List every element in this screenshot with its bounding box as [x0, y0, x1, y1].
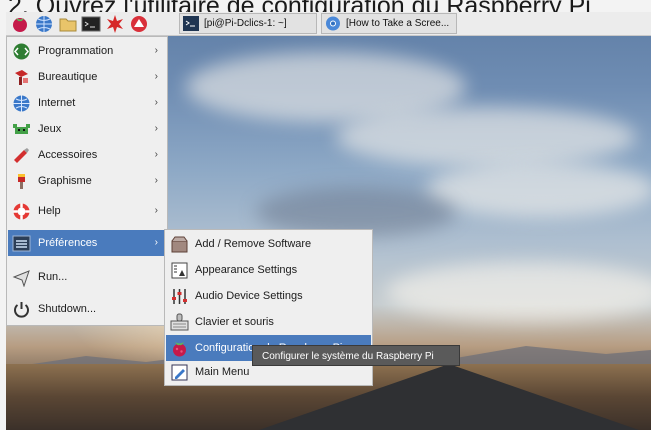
graphics-icon — [18, 174, 25, 189]
menu-item-run[interactable]: Run... — [8, 264, 166, 290]
globe-icon[interactable] — [34, 14, 54, 34]
preferences-icon — [12, 235, 31, 252]
menu-item-jeux[interactable]: Jeux › — [8, 116, 166, 142]
taskbar-window-browser[interactable]: [How to Take a Scree... — [321, 13, 457, 34]
menu-item-label: Run... — [38, 271, 68, 283]
submenu-item-add-remove-software[interactable]: Add / Remove Software — [166, 231, 371, 257]
menu-item-preferences[interactable]: Préférences › — [8, 230, 166, 256]
submenu-item-label: Main Menu — [195, 366, 250, 378]
desktop-screen: [pi@Pi-Dclics-1: ~] [How to Take a Scree… — [6, 12, 651, 430]
menu-item-graphisme[interactable]: Graphisme › — [8, 168, 166, 194]
wolfram-icon[interactable] — [129, 14, 149, 34]
terminal-icon[interactable] — [81, 14, 101, 34]
menu-item-accessoires[interactable]: Accessoires › — [8, 142, 166, 168]
tooltip: Configurer le système du Raspberry Pi — [252, 345, 460, 366]
audio-sliders-icon — [172, 289, 187, 304]
submenu-item-label: Appearance Settings — [195, 264, 298, 276]
taskbar-window-label: [How to Take a Scree... — [346, 18, 450, 29]
menu-item-shutdown[interactable]: Shutdown... — [8, 296, 166, 322]
menu-item-label: Graphisme — [38, 175, 92, 187]
submenu-item-label: Audio Device Settings — [195, 290, 303, 302]
menu-item-help[interactable]: Help › — [8, 198, 166, 224]
submenu-item-clavier-et-souris[interactable]: Clavier et souris — [166, 309, 371, 335]
chromium-icon — [326, 16, 340, 31]
menu-item-programmation[interactable]: Programmation › — [8, 38, 166, 64]
keyboard-mouse-icon — [170, 313, 189, 331]
run-icon — [12, 270, 30, 287]
menu-editor-icon — [171, 364, 188, 381]
submenu-item-label: Clavier et souris — [195, 316, 274, 328]
menu-item-label: Internet — [38, 97, 76, 109]
menu-item-label: Préférences — [38, 237, 98, 249]
chevron-right-icon: › — [154, 123, 158, 134]
folder-icon[interactable] — [58, 14, 78, 34]
menu-item-label: Programmation — [38, 45, 114, 57]
menu-item-bureautique[interactable]: Bureautique › — [8, 64, 166, 90]
programming-icon — [13, 43, 30, 60]
taskbar-window-terminal[interactable]: [pi@Pi-Dclics-1: ~] — [179, 13, 317, 34]
menu-item-label: Accessoires — [38, 149, 98, 161]
raspberry-icon — [173, 342, 186, 357]
chevron-right-icon: › — [154, 175, 158, 186]
terminal-icon — [183, 16, 199, 31]
chevron-right-icon: › — [154, 97, 158, 108]
office-icon — [15, 70, 28, 85]
main-menu: Programmation › Bureautique › Internet ›… — [6, 36, 168, 326]
chevron-right-icon: › — [154, 237, 158, 248]
chevron-right-icon: › — [154, 205, 158, 216]
submenu-item-appearance-settings[interactable]: Appearance Settings — [166, 257, 371, 283]
menu-item-label: Help — [38, 205, 61, 217]
taskbar: [pi@Pi-Dclics-1: ~] [How to Take a Scree… — [6, 12, 651, 36]
appearance-icon — [171, 262, 188, 279]
shutdown-icon — [14, 302, 29, 318]
submenu-item-label: Add / Remove Software — [195, 238, 312, 250]
chevron-right-icon: › — [154, 149, 158, 160]
raspberry-icon[interactable] — [10, 14, 30, 34]
accessories-icon — [14, 148, 29, 163]
taskbar-window-label: [pi@Pi-Dclics-1: ~] — [204, 18, 287, 29]
menu-item-label: Jeux — [38, 123, 62, 135]
submenu-item-audio-device-settings[interactable]: Audio Device Settings — [166, 283, 371, 309]
chevron-right-icon: › — [154, 71, 158, 82]
help-icon — [13, 203, 30, 220]
starburst-icon[interactable] — [105, 14, 125, 34]
menu-item-internet[interactable]: Internet › — [8, 90, 166, 116]
chevron-right-icon: › — [154, 45, 158, 56]
games-icon — [13, 124, 30, 134]
menu-item-label: Bureautique — [38, 71, 98, 83]
menu-item-label: Shutdown... — [38, 303, 97, 315]
globe-icon — [13, 95, 30, 112]
package-icon — [171, 236, 188, 253]
